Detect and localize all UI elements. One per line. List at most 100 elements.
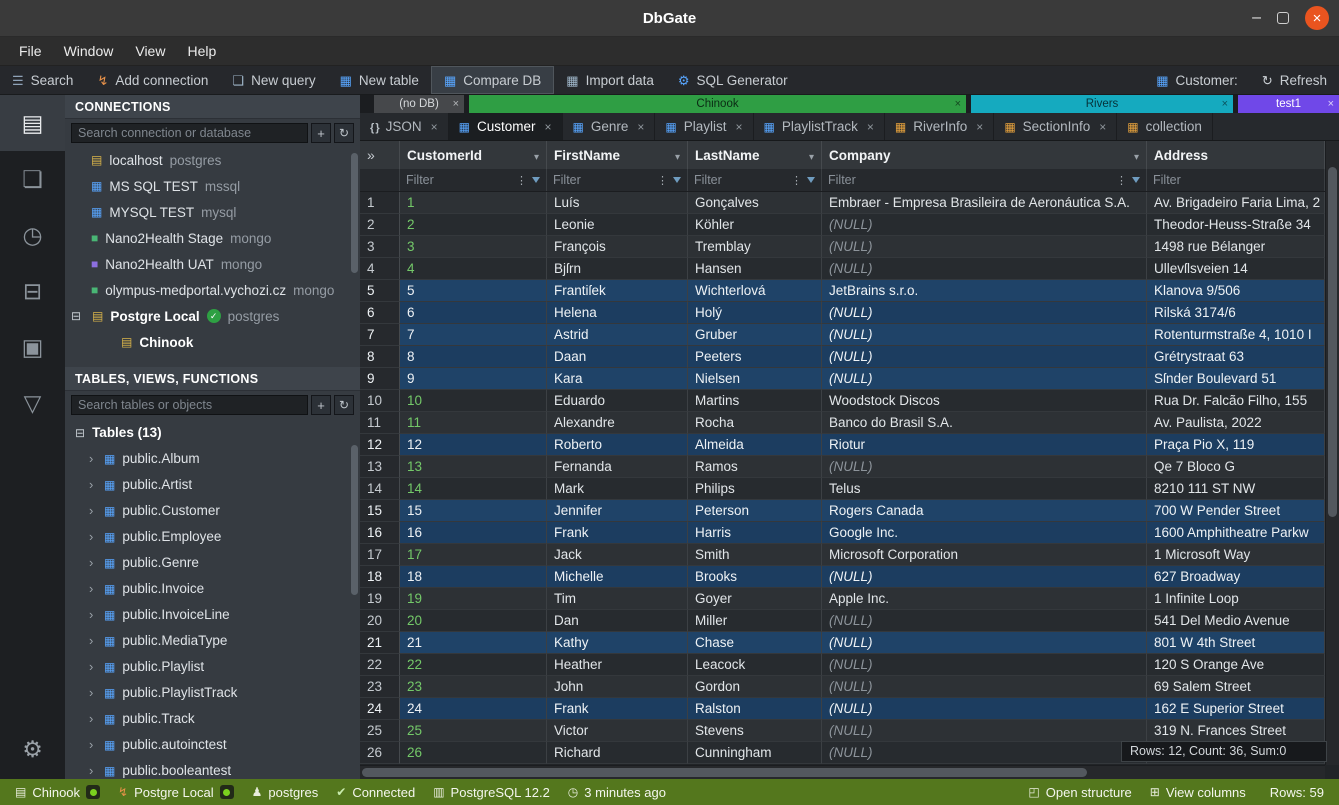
cell-lastname[interactable]: Philips — [688, 478, 822, 500]
cell-lastname[interactable]: Nielsen — [688, 368, 822, 390]
cell-company[interactable]: (NULL) — [822, 654, 1147, 676]
cell-company[interactable]: (NULL) — [822, 742, 1147, 764]
cell-company[interactable]: (NULL) — [822, 368, 1147, 390]
close-tab-icon[interactable] — [1328, 98, 1334, 110]
cell-lastname[interactable]: Goyer — [688, 588, 822, 610]
close-icon[interactable] — [1305, 6, 1329, 30]
close-tab-icon[interactable] — [545, 119, 552, 134]
table-item[interactable]: public.booleantest — [65, 757, 360, 779]
cell-customerid[interactable]: 17 — [400, 544, 547, 566]
cell-firstname[interactable]: Roberto — [547, 434, 688, 456]
cell-firstname[interactable]: Leonie — [547, 214, 688, 236]
cell-lastname[interactable]: Hansen — [688, 258, 822, 280]
row-number-cell[interactable]: 16 — [360, 522, 400, 544]
statusbar-item[interactable]: 3 minutes ago — [559, 785, 675, 800]
cell-lastname[interactable]: Brooks — [688, 566, 822, 588]
rail-nav-icon[interactable] — [0, 263, 65, 319]
cell-company[interactable]: (NULL) — [822, 720, 1147, 742]
cell-address[interactable]: Rilská 3174/6 — [1147, 302, 1325, 324]
toolbar-button[interactable]: Compare DB — [431, 66, 554, 94]
column-header-customerid[interactable]: CustomerId — [400, 141, 547, 169]
cell-lastname[interactable]: Miller — [688, 610, 822, 632]
row-number-cell[interactable]: 21 — [360, 632, 400, 654]
grid-row[interactable]: 13 13 Fernanda Ramos (NULL) Qe 7 Bloco G — [360, 456, 1339, 478]
cell-firstname[interactable]: Victor — [547, 720, 688, 742]
horizontal-scrollbar[interactable] — [360, 765, 1325, 779]
close-tab-icon[interactable] — [867, 119, 874, 134]
grid-row[interactable]: 24 24 Frank Ralston (NULL) 162 E Superio… — [360, 698, 1339, 720]
cell-lastname[interactable]: Martins — [688, 390, 822, 412]
file-tab[interactable]: Playlist — [655, 113, 753, 140]
cell-company[interactable]: (NULL) — [822, 236, 1147, 258]
cell-customerid[interactable]: 4 — [400, 258, 547, 280]
cell-firstname[interactable]: Michelle — [547, 566, 688, 588]
cell-company[interactable]: (NULL) — [822, 632, 1147, 654]
cell-firstname[interactable]: Fernanda — [547, 456, 688, 478]
row-number-cell[interactable]: 10 — [360, 390, 400, 412]
grid-row[interactable]: 3 3 François Tremblay (NULL) 1498 rue Bé… — [360, 236, 1339, 258]
cell-company[interactable]: (NULL) — [822, 566, 1147, 588]
cell-lastname[interactable]: Tremblay — [688, 236, 822, 258]
sidebar-scrollbar-thumb[interactable] — [351, 445, 358, 595]
cell-customerid[interactable]: 9 — [400, 368, 547, 390]
statusbar-action[interactable]: View columns — [1141, 785, 1255, 800]
cell-lastname[interactable]: Köhler — [688, 214, 822, 236]
column-menu-icon[interactable] — [809, 148, 814, 163]
cell-customerid[interactable]: 3 — [400, 236, 547, 258]
cell-lastname[interactable]: Gruber — [688, 324, 822, 346]
row-number-cell[interactable]: 3 — [360, 236, 400, 258]
funnel-icon[interactable] — [807, 177, 815, 183]
cell-company[interactable]: (NULL) — [822, 698, 1147, 720]
filter-menu-icon[interactable] — [657, 171, 668, 189]
row-number-cell[interactable]: 20 — [360, 610, 400, 632]
cell-company[interactable]: (NULL) — [822, 346, 1147, 368]
cell-address[interactable]: 69 Salem Street — [1147, 676, 1325, 698]
cell-firstname[interactable]: Jack — [547, 544, 688, 566]
add-table-icon[interactable] — [311, 395, 331, 415]
cell-company[interactable]: Telus — [822, 478, 1147, 500]
cell-lastname[interactable]: Ramos — [688, 456, 822, 478]
cell-customerid[interactable]: 11 — [400, 412, 547, 434]
cell-company[interactable]: Embraer - Empresa Brasileira de Aeronáut… — [822, 192, 1147, 214]
cell-lastname[interactable]: Peeters — [688, 346, 822, 368]
grid-row[interactable]: 25 25 Victor Stevens (NULL) 319 N. Franc… — [360, 720, 1339, 742]
cell-company[interactable]: Google Inc. — [822, 522, 1147, 544]
table-item[interactable]: public.Invoice — [65, 575, 360, 601]
cell-address[interactable]: 8210 111 ST NW — [1147, 478, 1325, 500]
cell-firstname[interactable]: Kathy — [547, 632, 688, 654]
rail-nav-icon[interactable] — [0, 319, 65, 375]
add-connection-icon[interactable] — [311, 123, 331, 143]
cell-customerid[interactable]: 8 — [400, 346, 547, 368]
cell-address[interactable]: Praça Pio X, 119 — [1147, 434, 1325, 456]
column-menu-icon[interactable] — [675, 148, 680, 163]
column-header-firstname[interactable]: FirstName — [547, 141, 688, 169]
table-item[interactable]: public.Customer — [65, 497, 360, 523]
cell-company[interactable]: (NULL) — [822, 610, 1147, 632]
grid-row[interactable]: 9 9 Kara Nielsen (NULL) Sſnder Boulevard… — [360, 368, 1339, 390]
statusbar-action[interactable]: Rows: 59 — [1255, 785, 1333, 800]
connection-item[interactable]: localhost postgres — [65, 147, 360, 173]
cell-company[interactable]: (NULL) — [822, 302, 1147, 324]
cell-company[interactable]: Rogers Canada — [822, 500, 1147, 522]
close-tab-icon[interactable] — [736, 119, 743, 134]
chevron-right-icon[interactable] — [89, 659, 97, 674]
row-number-cell[interactable]: 11 — [360, 412, 400, 434]
cell-company[interactable]: (NULL) — [822, 258, 1147, 280]
horizontal-scrollbar-thumb[interactable] — [362, 768, 1087, 777]
cell-firstname[interactable]: Frantiſek — [547, 280, 688, 302]
grid-row[interactable]: 10 10 Eduardo Martins Woodstock Discos R… — [360, 390, 1339, 412]
grid-row[interactable]: 21 21 Kathy Chase (NULL) 801 W 4th Stree… — [360, 632, 1339, 654]
cell-address[interactable]: Sſnder Boulevard 51 — [1147, 368, 1325, 390]
row-number-cell[interactable]: 25 — [360, 720, 400, 742]
filter-cell-company[interactable]: Filter — [822, 169, 1147, 191]
filter-cell-customerid[interactable]: Filter — [400, 169, 547, 191]
connection-item[interactable]: MYSQL TEST mysql — [65, 199, 360, 225]
row-number-cell[interactable]: 7 — [360, 324, 400, 346]
toolbar-button[interactable]: Customer: — [1144, 66, 1250, 94]
toolbar-button[interactable]: New table — [328, 66, 431, 94]
rail-nav-icon[interactable] — [0, 95, 65, 151]
cell-customerid[interactable]: 7 — [400, 324, 547, 346]
sidebar-scrollbar-thumb[interactable] — [351, 153, 358, 273]
cell-company[interactable]: (NULL) — [822, 214, 1147, 236]
grid-row[interactable]: 23 23 John Gordon (NULL) 69 Salem Street — [360, 676, 1339, 698]
